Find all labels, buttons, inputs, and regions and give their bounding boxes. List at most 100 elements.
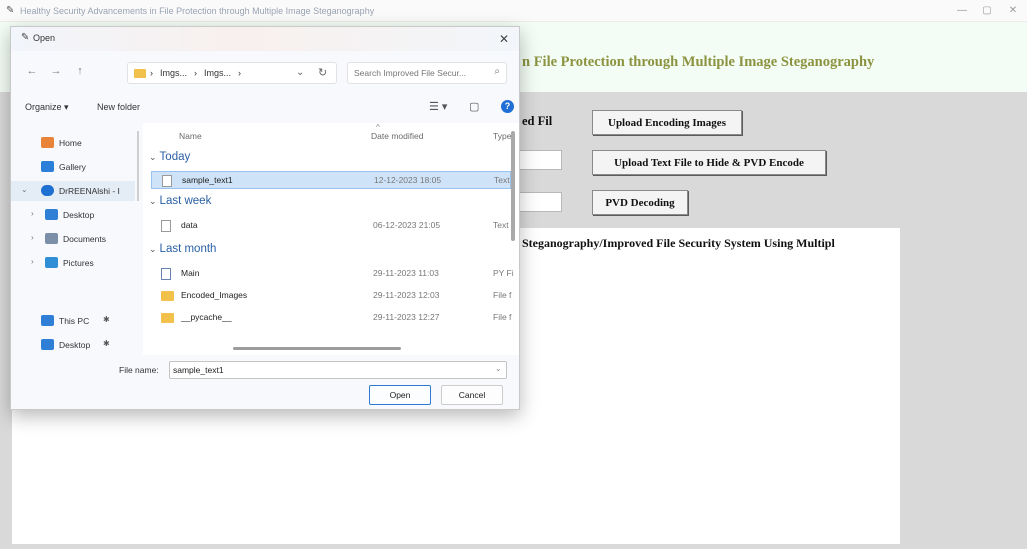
nav-item-desktop[interactable]: › Desktop: [11, 205, 135, 225]
nav-item-documents[interactable]: › Documents: [11, 229, 135, 249]
file-name-input[interactable]: [169, 361, 507, 379]
nav-item-label: Documents: [63, 234, 106, 244]
pc-icon: [41, 315, 54, 326]
dialog-nav-row: ← → ↑ › Imgs... › Imgs... › ⌄ ↻ ⌕: [11, 57, 519, 87]
address-bar[interactable]: › Imgs... › Imgs... › ⌄ ↻: [127, 62, 337, 84]
pin-icon: ✱: [103, 315, 110, 324]
minimize-button[interactable]: —: [951, 3, 973, 19]
group-header-last-week[interactable]: ⌄ Last week: [149, 195, 211, 211]
forward-arrow-icon[interactable]: →: [49, 65, 63, 77]
file-row[interactable]: sample_text1 12-12-2023 18:05 Text: [151, 171, 511, 189]
chevron-down-icon: ⌄: [149, 244, 157, 254]
chevron-right-icon[interactable]: ›: [31, 257, 34, 266]
column-header-date[interactable]: Date modified: [371, 131, 423, 141]
view-options-icon[interactable]: ☰ ▾: [429, 100, 447, 113]
chevron-down-icon[interactable]: ⌄: [21, 185, 28, 194]
vertical-scrollbar[interactable]: [511, 131, 515, 241]
navigation-pane: Home Gallery ⌄ DrREENAlshi - I › Desktop…: [11, 123, 135, 355]
group-header-today[interactable]: ⌄ Today: [149, 151, 190, 167]
file-name: sample_text1: [182, 175, 233, 185]
upload-text-file-button[interactable]: Upload Text File to Hide & PVD Encode: [592, 150, 826, 175]
breadcrumb-segment[interactable]: Imgs...: [204, 68, 231, 78]
gallery-icon: [41, 161, 54, 172]
chevron-down-icon: ⌄: [149, 152, 157, 162]
pane-splitter[interactable]: [137, 131, 139, 201]
nav-item-this-pc[interactable]: This PC ✱: [11, 311, 135, 331]
nav-item-label: Desktop: [59, 340, 91, 350]
file-date: 12-12-2023 18:05: [374, 175, 442, 185]
nav-item-onedrive[interactable]: ⌄ DrREENAlshi - I: [11, 181, 135, 201]
encrypted-file-label: ed Fil: [522, 114, 553, 128]
nav-item-label: Desktop: [63, 210, 95, 220]
cancel-button[interactable]: Cancel: [441, 385, 503, 405]
app-titlebar: ✎ Healthy Security Advancements in File …: [0, 0, 1027, 22]
pvd-decoding-button[interactable]: PVD Decoding: [592, 190, 688, 215]
file-name: data: [181, 220, 198, 230]
file-row[interactable]: Main 29-11-2023 11:03 PY Fi: [151, 265, 514, 283]
chevron-right-icon[interactable]: ›: [31, 233, 34, 242]
file-row[interactable]: data 06-12-2023 21:05 Text: [151, 217, 511, 235]
desktop-icon: [45, 209, 58, 220]
pin-icon: ✱: [103, 339, 110, 348]
maximize-button[interactable]: ▢: [976, 3, 998, 19]
chevron-down-icon[interactable]: ⌄: [296, 67, 304, 78]
feather-icon: ✎: [21, 32, 30, 43]
nav-item-label: Pictures: [63, 258, 94, 268]
search-input[interactable]: [354, 66, 484, 80]
output-text: Steganography/Improved File Security Sys…: [522, 236, 835, 250]
new-folder-button[interactable]: New folder: [97, 102, 140, 112]
pictures-icon: [45, 257, 58, 268]
open-file-dialog: ✎ Open ✕ ← → ↑ › Imgs... › Imgs... › ⌄ ↻…: [10, 26, 520, 410]
horizontal-scrollbar[interactable]: [233, 347, 401, 350]
file-row[interactable]: __pycache__ 29-11-2023 12:27 File f: [151, 309, 511, 327]
dialog-command-bar: Organize ▾ New folder ☰ ▾ ▢ ?: [11, 97, 519, 119]
back-arrow-icon[interactable]: ←: [25, 65, 39, 77]
file-type: File f: [493, 312, 512, 322]
group-label: Last week: [159, 195, 212, 207]
dialog-close-button[interactable]: ✕: [495, 30, 513, 48]
file-name-label: File name:: [119, 365, 159, 375]
folder-icon: [134, 69, 146, 78]
folder-icon: [161, 291, 174, 301]
group-label: Last month: [159, 243, 217, 255]
folder-icon: [161, 313, 174, 323]
file-name: __pycache__: [181, 312, 232, 322]
file-name-row: File name: ⌄: [11, 359, 519, 381]
nav-item-pictures[interactable]: › Pictures: [11, 253, 135, 273]
nav-item-home[interactable]: Home: [11, 133, 135, 153]
refresh-icon[interactable]: ↻: [318, 66, 327, 79]
search-box[interactable]: ⌕: [347, 62, 507, 84]
group-header-last-month[interactable]: ⌄ Last month: [149, 243, 216, 259]
window-title: Healthy Security Advancements in File Pr…: [20, 5, 375, 16]
column-header-name[interactable]: Name: [179, 131, 202, 141]
feather-icon: ✎: [6, 4, 15, 16]
nav-item-label: Gallery: [59, 162, 86, 172]
app-heading: n File Protection through Multiple Image…: [522, 54, 875, 70]
nav-item-label: Home: [59, 138, 82, 148]
text-file-icon: [162, 175, 172, 187]
chevron-down-icon: ⌄: [149, 196, 157, 206]
nav-item-label: This PC: [59, 316, 90, 326]
file-date: 29-11-2023 12:27: [373, 312, 440, 322]
file-list: Name ^ Date modified Type ⌄ Today sample_…: [143, 123, 519, 355]
column-header-type[interactable]: Type: [493, 131, 511, 141]
onedrive-icon: [41, 185, 54, 196]
chevron-right-icon[interactable]: ›: [31, 209, 34, 218]
home-icon: [41, 137, 54, 148]
file-type: Text: [494, 175, 510, 185]
organize-button[interactable]: Organize ▾: [25, 102, 69, 113]
breadcrumb-segment[interactable]: Imgs...: [160, 68, 187, 78]
nav-item-desktop-pinned[interactable]: Desktop ✱: [11, 335, 135, 355]
up-arrow-icon[interactable]: ↑: [73, 65, 87, 77]
help-icon[interactable]: ?: [501, 100, 514, 113]
nav-item-gallery[interactable]: Gallery: [11, 157, 135, 177]
dialog-titlebar: ✎ Open ✕: [11, 27, 519, 51]
search-icon[interactable]: ⌕: [494, 66, 500, 77]
upload-encoding-images-button[interactable]: Upload Encoding Images: [592, 110, 742, 135]
open-button[interactable]: Open: [369, 385, 431, 405]
file-name: Encoded_Images: [181, 290, 248, 300]
chevron-down-icon[interactable]: ⌄: [495, 364, 502, 373]
file-row[interactable]: Encoded_Images 29-11-2023 12:03 File f: [151, 287, 511, 305]
close-button[interactable]: ✕: [1002, 3, 1024, 19]
preview-pane-icon[interactable]: ▢: [469, 100, 479, 113]
